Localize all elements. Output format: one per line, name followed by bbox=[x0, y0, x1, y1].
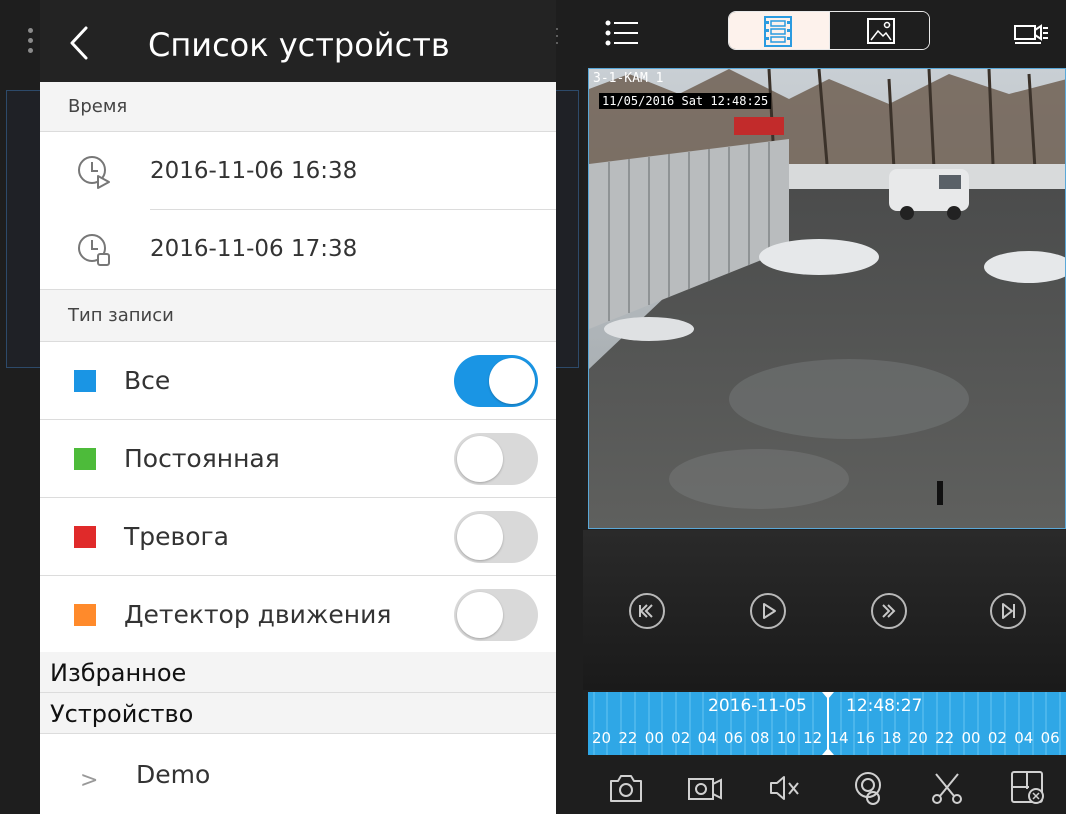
fast-forward-icon bbox=[882, 604, 896, 618]
timeline-hour-label: 16 bbox=[855, 729, 875, 747]
header-bar: Список устройств bbox=[40, 0, 556, 82]
mute-button[interactable] bbox=[766, 769, 804, 807]
section-device: Устройство bbox=[40, 693, 556, 734]
timeline-date: 2016-11-05 bbox=[708, 696, 807, 716]
next-frame-icon bbox=[1002, 603, 1015, 619]
close-window-button[interactable] bbox=[1009, 769, 1047, 807]
toggle-alarm[interactable] bbox=[454, 511, 538, 563]
timeline-hour-label: 04 bbox=[697, 729, 717, 747]
osd-timestamp: 11/05/2016 Sat 12:48:25 bbox=[599, 93, 772, 109]
webcam-icon bbox=[855, 772, 881, 805]
record-type-label: Тревога bbox=[124, 522, 230, 551]
scissors-icon bbox=[932, 773, 962, 804]
image-mode-tab[interactable] bbox=[829, 12, 929, 49]
page-title: Список устройств bbox=[148, 26, 450, 64]
timeline-hour-label: 20 bbox=[592, 729, 612, 747]
next-frame-button[interactable] bbox=[990, 593, 1026, 629]
player-toolbar bbox=[583, 0, 1066, 66]
timeline-hour-label: 06 bbox=[1040, 729, 1060, 747]
camera-label: 3-1-KAM 1 bbox=[593, 71, 664, 86]
video-view[interactable]: 3-1-KAM 1 11/05/2016 Sat 12:48:25 bbox=[588, 68, 1066, 529]
more-dots-icon bbox=[28, 28, 34, 58]
section-time: Время bbox=[40, 82, 556, 132]
film-grid-icon bbox=[764, 16, 792, 47]
back-button[interactable] bbox=[62, 22, 98, 64]
snapshot-button[interactable] bbox=[607, 769, 645, 807]
record-type-label: Все bbox=[124, 366, 171, 395]
start-time-row[interactable]: 2016-11-06 16:38 bbox=[40, 132, 556, 210]
record-type-label: Детектор движения bbox=[124, 600, 392, 629]
playback-controls bbox=[583, 530, 1066, 690]
start-time-value: 2016-11-06 16:38 bbox=[150, 158, 358, 184]
clock-stop-icon bbox=[78, 234, 110, 266]
image-icon bbox=[867, 18, 895, 44]
timeline-hour-label: 00 bbox=[961, 729, 981, 747]
view-mode-toggle bbox=[728, 11, 930, 50]
color-swatch bbox=[74, 604, 96, 626]
chevron-left-icon bbox=[70, 26, 88, 60]
speaker-mute-icon bbox=[770, 776, 799, 800]
background-list-icon bbox=[556, 28, 562, 58]
timeline-hour-label: 02 bbox=[671, 729, 691, 747]
timeline-hour-label: 00 bbox=[644, 729, 664, 747]
background-strip-left bbox=[0, 0, 41, 814]
camera-list-icon bbox=[1014, 24, 1048, 44]
playback-panel: 3-1-KAM 1 11/05/2016 Sat 12:48:25 2016-1… bbox=[583, 0, 1066, 814]
timeline-hour-labels: 20 22 00 02 04 06 08 10 12 14 16 18 20 22 00 02 04 06 bbox=[592, 729, 1066, 747]
filter-sheet: Список устройств Время 2016-11-06 16:38 … bbox=[40, 0, 556, 814]
timeline-bar[interactable]: 2016-11-05 12:48:27 20 22 00 02 04 06 08 10 12 14… bbox=[588, 692, 1066, 755]
device-list-panel: Список устройств Время 2016-11-06 16:38 … bbox=[0, 0, 583, 814]
talk-button[interactable] bbox=[849, 769, 887, 807]
toggle-motion[interactable] bbox=[454, 589, 538, 641]
toggle-continuous[interactable] bbox=[454, 433, 538, 485]
record-button[interactable] bbox=[686, 769, 724, 807]
chevron-right-icon: > bbox=[80, 768, 99, 793]
record-type-all: Все bbox=[40, 342, 556, 420]
background-strip-right bbox=[556, 0, 583, 814]
video-record-icon bbox=[688, 778, 722, 800]
timeline-time: 12:48:27 bbox=[846, 696, 923, 716]
record-type-motion: Детектор движения bbox=[40, 576, 556, 654]
timeline-hour-label: 08 bbox=[750, 729, 770, 747]
rewind-icon bbox=[639, 604, 653, 618]
camera-list-button[interactable] bbox=[1013, 20, 1049, 46]
end-time-value: 2016-11-06 17:38 bbox=[150, 236, 358, 262]
play-icon bbox=[763, 603, 776, 619]
window-close-icon bbox=[1011, 771, 1044, 804]
end-time-row[interactable]: 2016-11-06 17:38 bbox=[40, 210, 556, 288]
clock-play-icon bbox=[78, 156, 110, 189]
timeline-hour-label: 18 bbox=[882, 729, 902, 747]
timeline-hour-label: 22 bbox=[618, 729, 638, 747]
section-favorites[interactable]: Избранное bbox=[40, 652, 556, 693]
record-type-alarm: Тревога bbox=[40, 498, 556, 576]
color-swatch bbox=[74, 370, 96, 392]
timeline-hour-label: 06 bbox=[723, 729, 744, 747]
timeline-hour-label: 14 bbox=[829, 729, 849, 747]
section-record-type: Тип записи bbox=[40, 289, 556, 342]
timeline-hour-label: 10 bbox=[776, 729, 796, 747]
timeline-hour-label: 20 bbox=[908, 729, 928, 747]
device-name: Demo bbox=[136, 760, 211, 789]
clip-button[interactable] bbox=[928, 769, 966, 807]
timeline-hour-label: 22 bbox=[935, 729, 955, 747]
list-icon bbox=[605, 20, 638, 46]
device-item-demo[interactable]: > Demo bbox=[40, 734, 556, 814]
color-swatch bbox=[74, 526, 96, 548]
toggle-all[interactable] bbox=[454, 355, 538, 407]
timeline-hour-label: 12 bbox=[803, 729, 823, 747]
timeline-hour-label: 02 bbox=[987, 729, 1007, 747]
playback-mode-tab[interactable] bbox=[729, 12, 829, 49]
record-type-continuous: Постоянная bbox=[40, 420, 556, 498]
record-type-label: Постоянная bbox=[124, 444, 280, 473]
rewind-button[interactable] bbox=[629, 593, 665, 629]
menu-button[interactable] bbox=[605, 20, 639, 46]
fast-forward-button[interactable] bbox=[871, 593, 907, 629]
play-button[interactable] bbox=[750, 593, 786, 629]
camera-feed-image bbox=[589, 69, 1065, 528]
camera-icon bbox=[610, 775, 642, 802]
timeline-hour-label: 04 bbox=[1014, 729, 1034, 747]
color-swatch bbox=[74, 448, 96, 470]
action-toolbar bbox=[583, 755, 1066, 814]
